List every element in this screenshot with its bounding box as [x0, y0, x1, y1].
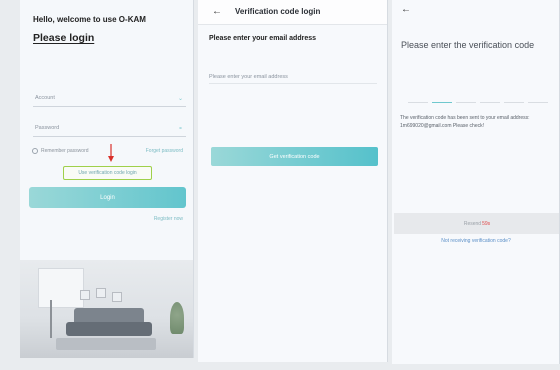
page-title: Verification code login: [235, 7, 321, 16]
countdown: 59s: [482, 220, 491, 227]
email-entry-screen: ← Verification code login Please enter y…: [198, 0, 388, 362]
code-digit-slot[interactable]: [408, 102, 428, 103]
picture-frame: [96, 288, 106, 298]
welcome-text: Hello, welcome to use O-KAM: [33, 15, 146, 24]
code-digit-slot[interactable]: [528, 102, 548, 103]
picture-frame: [80, 290, 90, 300]
rug: [56, 338, 156, 350]
resend-label: Resend: [463, 220, 482, 227]
email-input[interactable]: [209, 70, 377, 84]
remember-label: Remember password: [41, 148, 89, 154]
email-prompt: Please enter your email address: [209, 35, 316, 42]
register-link[interactable]: Register now: [154, 216, 183, 222]
back-arrow-icon[interactable]: ←: [212, 6, 222, 17]
account-field[interactable]: Account ⌄: [33, 93, 186, 107]
code-digit-slot[interactable]: [456, 102, 476, 103]
get-code-button[interactable]: Get verification code: [211, 147, 378, 166]
forgot-password-link[interactable]: Forget password: [146, 148, 183, 154]
code-digit-slot[interactable]: [504, 102, 524, 103]
login-screen: Hello, welcome to use O-KAM Please login…: [20, 0, 194, 358]
no-code-link[interactable]: Not receiving verification code?: [392, 238, 559, 244]
floor-lamp: [50, 300, 52, 338]
login-button[interactable]: Login: [29, 187, 186, 208]
plant: [170, 302, 184, 334]
verification-code-login-link[interactable]: Use verification code login: [63, 166, 152, 180]
picture-frame: [112, 292, 122, 302]
remember-password-checkbox[interactable]: Remember password: [32, 148, 89, 154]
checkbox-icon[interactable]: [32, 148, 38, 154]
code-entry-screen: ← Please enter the verification code The…: [392, 0, 560, 364]
living-room-illustration: [20, 260, 193, 358]
account-placeholder: Account: [35, 95, 55, 101]
page-title: Please login: [33, 32, 95, 44]
page-title: Please enter the verification code: [401, 40, 535, 50]
code-digit-slot[interactable]: [432, 102, 452, 103]
window-shape: [38, 268, 84, 308]
password-field[interactable]: Password ⚬: [33, 123, 186, 137]
eye-icon[interactable]: ⚬: [178, 125, 183, 132]
resend-button[interactable]: Resend 59s: [394, 213, 559, 234]
arrow-down-icon: [108, 144, 114, 162]
back-arrow-icon[interactable]: ←: [401, 4, 411, 15]
code-sent-note: The verification code has been sent to y…: [400, 115, 530, 129]
password-placeholder: Password: [35, 125, 60, 131]
code-digit-slot[interactable]: [480, 102, 500, 103]
chevron-down-icon[interactable]: ⌄: [178, 95, 183, 102]
sofa-seat: [66, 322, 152, 336]
